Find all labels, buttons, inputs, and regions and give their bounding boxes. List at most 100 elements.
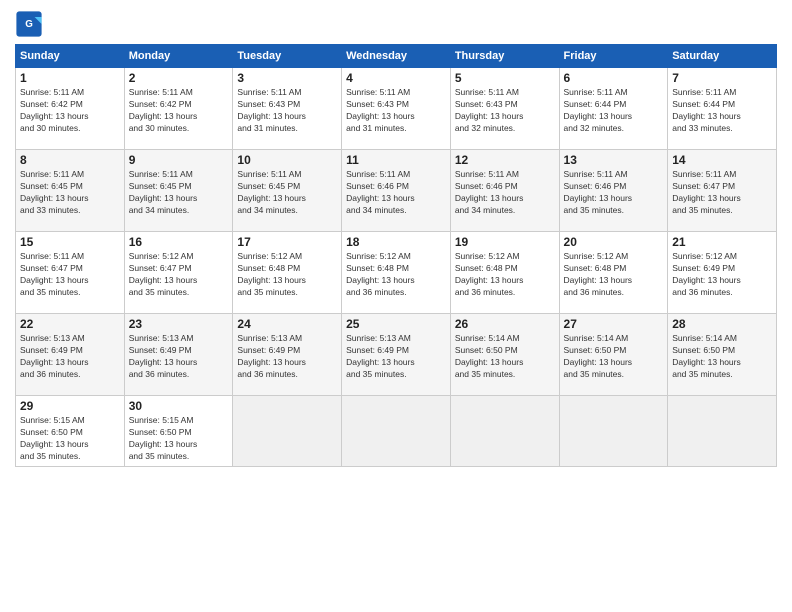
calendar-cell (342, 396, 451, 467)
day-number: 20 (564, 235, 664, 249)
calendar-week-5: 29Sunrise: 5:15 AM Sunset: 6:50 PM Dayli… (16, 396, 777, 467)
day-info: Sunrise: 5:11 AM Sunset: 6:45 PM Dayligh… (20, 169, 120, 217)
day-info: Sunrise: 5:14 AM Sunset: 6:50 PM Dayligh… (455, 333, 555, 381)
calendar-cell (450, 396, 559, 467)
calendar-cell: 19 Sunrise: 5:12 AM Sunset: 6:48 PM Dayli… (450, 232, 559, 314)
day-number: 14 (672, 153, 772, 167)
day-info: Sunrise: 5:13 AM Sunset: 6:49 PM Dayligh… (129, 333, 229, 381)
calendar-cell: 13Sunrise: 5:11 AM Sunset: 6:46 PM Dayli… (559, 150, 668, 232)
calendar-cell: 21 Sunrise: 5:12 AM Sunset: 6:49 PM Dayli… (668, 232, 777, 314)
weekday-header-tuesday: Tuesday (233, 45, 342, 68)
calendar-cell: 11 Sunrise: 5:11 AM Sunset: 6:46 PM Dayli… (342, 150, 451, 232)
day-info: Sunrise: 5:13 AM Sunset: 6:49 PM Dayligh… (346, 333, 446, 381)
calendar-cell: 7Sunrise: 5:11 AM Sunset: 6:44 PM Daylig… (668, 68, 777, 150)
calendar-cell: 28 Sunrise: 5:14 AM Sunset: 6:50 PM Dayli… (668, 314, 777, 396)
calendar-cell: 1Sunrise: 5:11 AM Sunset: 6:42 PM Daylig… (16, 68, 125, 150)
day-number: 6 (564, 71, 664, 85)
calendar-cell: 5 Sunrise: 5:11 AM Sunset: 6:43 PM Daylig… (450, 68, 559, 150)
day-number: 27 (564, 317, 664, 331)
svg-text:G: G (25, 19, 33, 30)
calendar-week-3: 15Sunrise: 5:11 AM Sunset: 6:47 PM Dayli… (16, 232, 777, 314)
day-info: Sunrise: 5:11 AM Sunset: 6:43 PM Dayligh… (346, 87, 446, 135)
day-info: Sunrise: 5:15 AM Sunset: 6:50 PM Dayligh… (129, 415, 229, 463)
day-number: 21 (672, 235, 772, 249)
calendar-cell: 16 Sunrise: 5:12 AM Sunset: 6:47 PM Dayli… (124, 232, 233, 314)
header: G (15, 10, 777, 38)
day-info: Sunrise: 5:11 AM Sunset: 6:42 PM Dayligh… (129, 87, 229, 135)
day-info: Sunrise: 5:14 AM Sunset: 6:50 PM Dayligh… (672, 333, 772, 381)
weekday-header-friday: Friday (559, 45, 668, 68)
calendar-table: SundayMondayTuesdayWednesdayThursdayFrid… (15, 44, 777, 467)
calendar-cell: 14 Sunrise: 5:11 AM Sunset: 6:47 PM Dayli… (668, 150, 777, 232)
calendar-cell: 12Sunrise: 5:11 AM Sunset: 6:46 PM Dayli… (450, 150, 559, 232)
day-info: Sunrise: 5:11 AM Sunset: 6:44 PM Dayligh… (564, 87, 664, 135)
calendar-cell: 3 Sunrise: 5:11 AM Sunset: 6:43 PM Daylig… (233, 68, 342, 150)
day-number: 30 (129, 399, 229, 413)
day-info: Sunrise: 5:11 AM Sunset: 6:43 PM Dayligh… (237, 87, 337, 135)
day-number: 10 (237, 153, 337, 167)
day-number: 5 (455, 71, 555, 85)
day-number: 28 (672, 317, 772, 331)
day-number: 18 (346, 235, 446, 249)
day-info: Sunrise: 5:11 AM Sunset: 6:46 PM Dayligh… (346, 169, 446, 217)
day-info: Sunrise: 5:13 AM Sunset: 6:49 PM Dayligh… (237, 333, 337, 381)
weekday-header-thursday: Thursday (450, 45, 559, 68)
day-number: 11 (346, 153, 446, 167)
day-number: 24 (237, 317, 337, 331)
day-info: Sunrise: 5:14 AM Sunset: 6:50 PM Dayligh… (564, 333, 664, 381)
calendar-week-1: 1 Sunrise: 5:11 AM Sunset: 6:42 PM Daylig… (16, 68, 777, 150)
weekday-header-wednesday: Wednesday (342, 45, 451, 68)
calendar-cell (233, 396, 342, 467)
day-number: 23 (129, 317, 229, 331)
calendar-cell: 4 Sunrise: 5:11 AM Sunset: 6:43 PM Daylig… (342, 68, 451, 150)
day-number: 13 (564, 153, 664, 167)
day-number: 19 (455, 235, 555, 249)
weekday-header-monday: Monday (124, 45, 233, 68)
day-number: 15 (20, 235, 120, 249)
day-number: 12 (455, 153, 555, 167)
day-number: 17 (237, 235, 337, 249)
day-number: 22 (20, 317, 120, 331)
day-number: 26 (455, 317, 555, 331)
calendar-cell (668, 396, 777, 467)
calendar-cell: 6 Sunrise: 5:11 AM Sunset: 6:44 PM Daylig… (559, 68, 668, 150)
day-info: Sunrise: 5:12 AM Sunset: 6:48 PM Dayligh… (346, 251, 446, 299)
day-number: 9 (129, 153, 229, 167)
day-info: Sunrise: 5:11 AM Sunset: 6:43 PM Dayligh… (455, 87, 555, 135)
day-number: 7 (672, 71, 772, 85)
calendar-cell: 2Sunrise: 5:11 AM Sunset: 6:42 PM Daylig… (124, 68, 233, 150)
calendar-cell: 18 Sunrise: 5:12 AM Sunset: 6:48 PM Dayli… (342, 232, 451, 314)
day-number: 4 (346, 71, 446, 85)
calendar-cell: 29Sunrise: 5:15 AM Sunset: 6:50 PM Dayli… (16, 396, 125, 467)
calendar-cell: 27 Sunrise: 5:14 AM Sunset: 6:50 PM Dayli… (559, 314, 668, 396)
calendar-cell: 10Sunrise: 5:11 AM Sunset: 6:45 PM Dayli… (233, 150, 342, 232)
day-number: 16 (129, 235, 229, 249)
logo: G (15, 10, 46, 38)
day-info: Sunrise: 5:12 AM Sunset: 6:48 PM Dayligh… (455, 251, 555, 299)
calendar-week-4: 22 Sunrise: 5:13 AM Sunset: 6:49 PM Dayli… (16, 314, 777, 396)
calendar-week-2: 8 Sunrise: 5:11 AM Sunset: 6:45 PM Daylig… (16, 150, 777, 232)
day-info: Sunrise: 5:15 AM Sunset: 6:50 PM Dayligh… (20, 415, 120, 463)
calendar-cell: 22 Sunrise: 5:13 AM Sunset: 6:49 PM Dayli… (16, 314, 125, 396)
weekday-header-sunday: Sunday (16, 45, 125, 68)
calendar-cell (559, 396, 668, 467)
logo-icon: G (15, 10, 43, 38)
calendar-cell: 30 Sunrise: 5:15 AM Sunset: 6:50 PM Dayli… (124, 396, 233, 467)
day-info: Sunrise: 5:11 AM Sunset: 6:47 PM Dayligh… (672, 169, 772, 217)
day-info: Sunrise: 5:12 AM Sunset: 6:48 PM Dayligh… (564, 251, 664, 299)
weekday-header-row: SundayMondayTuesdayWednesdayThursdayFrid… (16, 45, 777, 68)
calendar-cell: 9 Sunrise: 5:11 AM Sunset: 6:45 PM Daylig… (124, 150, 233, 232)
calendar-cell: 8 Sunrise: 5:11 AM Sunset: 6:45 PM Daylig… (16, 150, 125, 232)
day-info: Sunrise: 5:11 AM Sunset: 6:45 PM Dayligh… (129, 169, 229, 217)
calendar-cell: 26 Sunrise: 5:14 AM Sunset: 6:50 PM Dayli… (450, 314, 559, 396)
day-number: 8 (20, 153, 120, 167)
calendar-cell: 15Sunrise: 5:11 AM Sunset: 6:47 PM Dayli… (16, 232, 125, 314)
day-number: 1 (20, 71, 120, 85)
day-info: Sunrise: 5:12 AM Sunset: 6:47 PM Dayligh… (129, 251, 229, 299)
day-info: Sunrise: 5:13 AM Sunset: 6:49 PM Dayligh… (20, 333, 120, 381)
day-number: 3 (237, 71, 337, 85)
page: G SundayMondayTuesdayWednesdayThursdayFr… (0, 0, 792, 612)
day-number: 25 (346, 317, 446, 331)
day-info: Sunrise: 5:12 AM Sunset: 6:49 PM Dayligh… (672, 251, 772, 299)
day-info: Sunrise: 5:12 AM Sunset: 6:48 PM Dayligh… (237, 251, 337, 299)
